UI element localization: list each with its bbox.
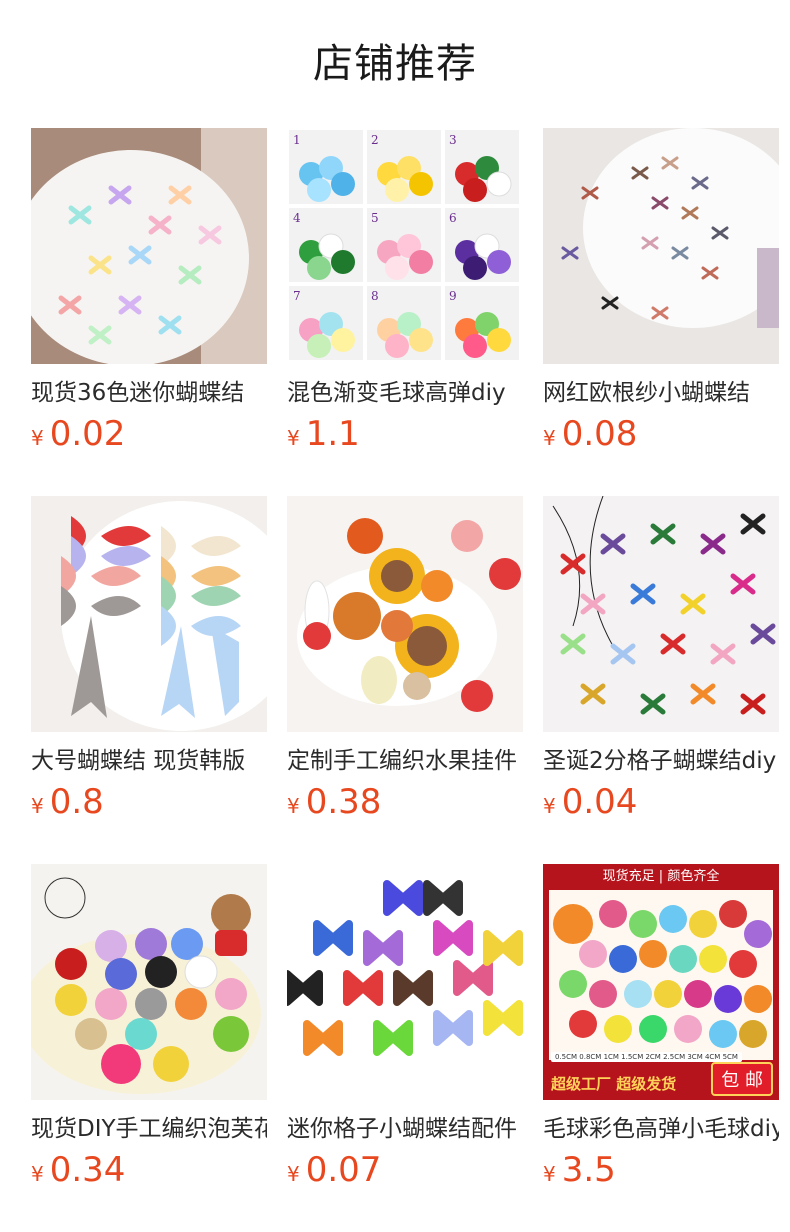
product-name[interactable]: 网红欧根纱小蝴蝶结	[543, 376, 779, 410]
price-value: 0.07	[305, 1150, 382, 1190]
svg-text:6: 6	[449, 211, 457, 225]
product-name[interactable]: 大号蝴蝶结 现货韩版	[31, 744, 267, 778]
product-price: ¥0.08	[543, 414, 779, 460]
product-card[interactable]: 现货36色迷你蝴蝶结 ¥0.02	[31, 128, 267, 496]
price-value: 3.5	[561, 1150, 616, 1190]
page-title: 店铺推荐	[313, 41, 477, 87]
svg-text:5: 5	[371, 211, 379, 225]
size-strip: 0.5CM 0.8CM 1CM 1.5CM 2CM 2.5CM 3CM 4CM …	[551, 1052, 742, 1062]
currency-symbol: ¥	[287, 426, 300, 450]
stock-badge: 现货充足 | 颜色齐全	[543, 864, 779, 890]
pompom-color-grid-image[interactable]: 1 2 3 4 5 6 7 8 9	[287, 128, 523, 364]
crochet-fruit-image[interactable]	[287, 496, 523, 732]
organza-bows-plate-image[interactable]	[543, 128, 779, 364]
product-name[interactable]: 毛球彩色高弹小毛球diy	[543, 1112, 779, 1146]
large-satin-bows-image[interactable]	[31, 496, 267, 732]
currency-symbol: ¥	[543, 426, 556, 450]
svg-text:8: 8	[371, 289, 379, 303]
product-card[interactable]: 1 2 3 4 5 6 7 8 9 混色渐变毛球高弹diy ¥1.1	[287, 128, 523, 496]
product-name[interactable]: 迷你格子小蝴蝶结配件	[287, 1112, 523, 1146]
product-price: ¥0.34	[31, 1150, 267, 1196]
product-price: ¥0.07	[287, 1150, 523, 1196]
factory-label: 超级工厂 超级发货	[551, 1075, 677, 1093]
product-card[interactable]: 现货DIY手工编织泡芙花 ¥0.34	[31, 864, 267, 1232]
product-card[interactable]: 迷你格子小蝴蝶结配件 ¥0.07	[287, 864, 523, 1232]
product-name[interactable]: 混色渐变毛球高弹diy	[287, 376, 523, 410]
currency-symbol: ¥	[287, 794, 300, 818]
svg-text:7: 7	[293, 289, 301, 303]
price-value: 0.08	[561, 414, 638, 454]
price-value: 0.34	[49, 1150, 126, 1190]
mini-plaid-bows-image[interactable]	[287, 864, 523, 1100]
product-name[interactable]: 定制手工编织水果挂件	[287, 744, 523, 778]
price-value: 0.04	[561, 782, 638, 822]
svg-text:9: 9	[449, 289, 457, 303]
svg-text:3: 3	[449, 133, 457, 147]
product-name[interactable]: 现货36色迷你蝴蝶结	[31, 376, 267, 410]
product-card[interactable]: 大号蝴蝶结 现货韩版 ¥0.8	[31, 496, 267, 864]
product-price: ¥3.5	[543, 1150, 779, 1196]
product-card[interactable]: 圣诞2分格子蝴蝶结diy ¥0.04	[543, 496, 779, 864]
price-value: 0.38	[305, 782, 382, 822]
ribbon-bows-plate-image[interactable]	[31, 128, 267, 364]
product-price: ¥0.38	[287, 782, 523, 828]
currency-symbol: ¥	[31, 794, 44, 818]
currency-symbol: ¥	[31, 1162, 44, 1186]
product-card[interactable]: 定制手工编织水果挂件 ¥0.38	[287, 496, 523, 864]
price-value: 0.8	[49, 782, 104, 822]
product-price: ¥0.02	[31, 414, 267, 460]
svg-text:4: 4	[293, 211, 301, 225]
free-shipping-badge: 包 邮	[711, 1062, 773, 1096]
colorful-pompoms-image[interactable]: 现货充足 | 颜色齐全 0.5CM 0.8CM 1CM 1.5CM 2CM 2.…	[543, 864, 779, 1100]
product-card[interactable]: 现货充足 | 颜色齐全 0.5CM 0.8CM 1CM 1.5CM 2CM 2.…	[543, 864, 779, 1232]
product-price: ¥1.1	[287, 414, 523, 460]
currency-symbol: ¥	[543, 794, 556, 818]
svg-text:1: 1	[293, 133, 301, 147]
product-price: ¥0.04	[543, 782, 779, 828]
currency-symbol: ¥	[543, 1162, 556, 1186]
svg-text:2: 2	[371, 133, 379, 147]
currency-symbol: ¥	[287, 1162, 300, 1186]
product-card[interactable]: 网红欧根纱小蝴蝶结 ¥0.08	[543, 128, 779, 496]
price-value: 1.1	[305, 414, 360, 454]
product-name[interactable]: 现货DIY手工编织泡芙花	[31, 1112, 267, 1146]
gingham-bows-pile-image[interactable]	[543, 496, 779, 732]
product-price: ¥0.8	[31, 782, 267, 828]
product-name[interactable]: 圣诞2分格子蝴蝶结diy	[543, 744, 779, 778]
currency-symbol: ¥	[31, 426, 44, 450]
crochet-flowers-image[interactable]	[31, 864, 267, 1100]
price-value: 0.02	[49, 414, 126, 454]
product-grid: 现货36色迷你蝴蝶结 ¥0.02 1 2 3 4 5 6 7 8 9 混色渐变毛…	[31, 128, 779, 1232]
